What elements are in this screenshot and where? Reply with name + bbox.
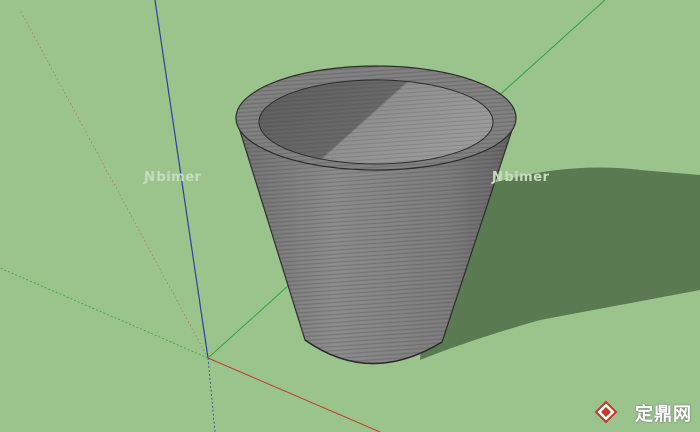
blue-axis-dashed [207, 357, 216, 432]
watermark-right: Ɲbimer [492, 170, 549, 185]
3d-scene [0, 0, 700, 432]
brand-watermark: 定鼎网 [607, 400, 692, 426]
green-axis-dashed [0, 267, 209, 359]
n-logo-icon: Ɲ [144, 170, 156, 185]
red-axis [207, 357, 381, 432]
brand-logo-spacer [607, 413, 629, 414]
watermark-right-text: bimer [504, 170, 550, 185]
pot-inner-texture [259, 80, 493, 164]
brand-text: 定鼎网 [635, 404, 692, 425]
watermark-left-text: bimer [156, 170, 202, 185]
watermark-left: Ɲbimer [144, 170, 201, 185]
sketchup-viewport[interactable]: Ɲbimer Ɲbimer 定鼎网 [0, 0, 700, 432]
n-logo-icon: Ɲ [492, 170, 504, 185]
